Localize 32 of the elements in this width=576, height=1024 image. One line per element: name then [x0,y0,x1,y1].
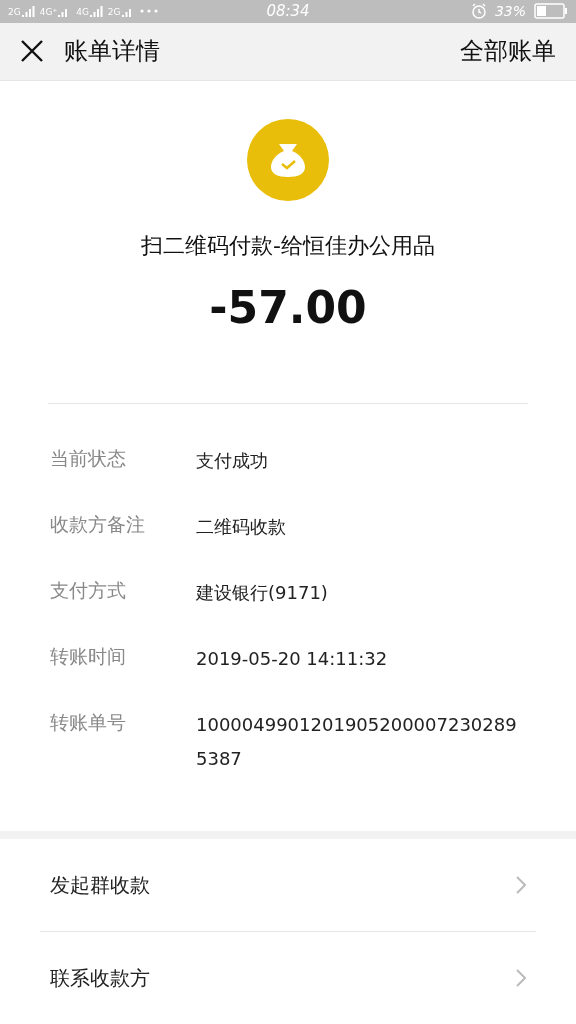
detail-value: 10000499012019052000072302895387 [196,713,518,772]
money-bag-icon [247,119,329,202]
more-icon [139,9,158,14]
chevron-right-icon [516,876,526,894]
payment-amount: -57.00 [209,281,367,336]
network-label: 4G [76,8,89,18]
close-button[interactable] [20,39,44,64]
payment-title: 扫二维码付款-给恒佳办公用品 [141,232,435,261]
detail-label: 转账时间 [50,644,127,670]
action-row[interactable]: 发起群收款 [40,839,536,931]
detail-value: 2019-05-20 14:11:32 [196,647,389,672]
detail-value: 建设银行(9171) [196,581,329,606]
detail-label: 支付方式 [50,578,127,604]
action-row[interactable]: 联系收款方 [40,932,536,1024]
detail-label: 收款方备注 [50,512,146,538]
network-label: 2G [8,8,21,18]
signal-icon [21,5,36,18]
alarm-icon [470,3,487,20]
close-icon [20,39,44,64]
network-label: 2G [107,8,121,18]
battery-icon [534,3,568,20]
signal-icon [89,5,104,18]
detail-label: 转账单号 [50,710,127,736]
clock-time: 08:34 [266,1,310,22]
battery-percent: 33% [494,1,526,21]
network-label: 4G⁺ [39,8,58,18]
all-bills-link[interactable]: 全部账单 [460,33,556,70]
page-title: 账单详情 [64,36,160,68]
chevron-right-icon [516,969,526,987]
detail-label: 当前状态 [50,446,127,472]
detail-value: 支付成功 [196,449,269,474]
detail-value: 二维码收款 [196,515,287,540]
